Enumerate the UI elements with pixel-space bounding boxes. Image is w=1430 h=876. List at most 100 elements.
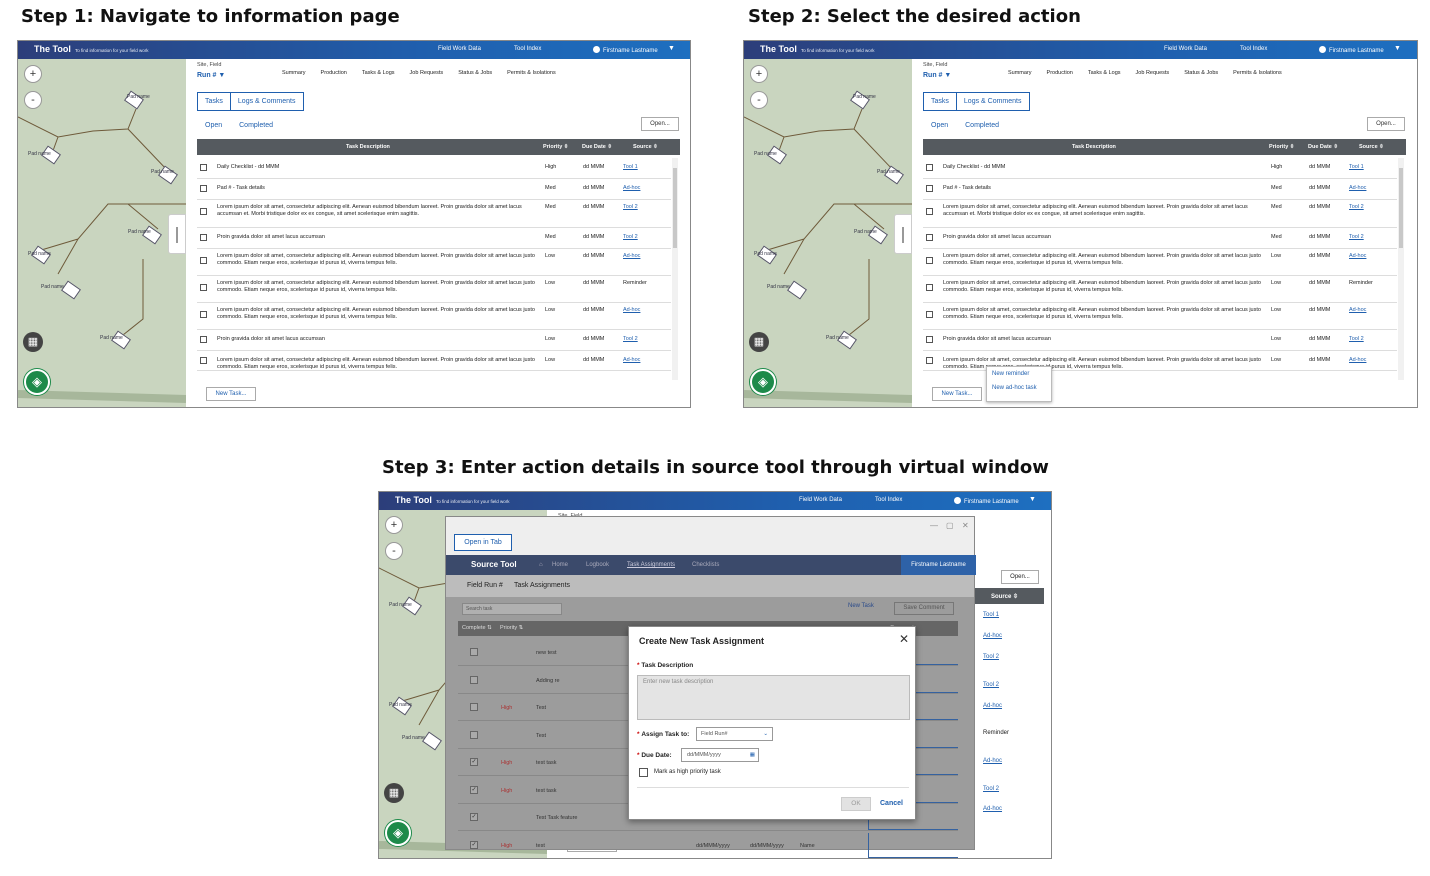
high-priority-checkbox[interactable]	[639, 768, 648, 777]
task-row[interactable]: Proin gravida dolor sit amet lacus accum…	[923, 228, 1397, 249]
task-checkbox[interactable]	[926, 164, 933, 171]
column-description[interactable]: Task Description	[346, 144, 390, 150]
task-checkbox[interactable]	[926, 336, 933, 343]
search-input[interactable]: Search task	[462, 603, 562, 615]
user-menu[interactable]: Firstname Lastname	[593, 46, 658, 54]
task-row[interactable]: Proin gravida dolor sit amet lacus accum…	[923, 330, 1397, 351]
app-brand[interactable]: The Tool	[760, 44, 797, 54]
nav-tool-index[interactable]: Tool Index	[514, 46, 541, 52]
home-icon[interactable]: ⌂	[539, 562, 543, 568]
subnav-production[interactable]: Production	[321, 70, 347, 76]
comment-field[interactable]	[868, 832, 958, 858]
chevron-down-icon[interactable]: ▼	[1029, 496, 1036, 503]
nav-home[interactable]: Home	[552, 562, 568, 568]
task-row[interactable]: Proin gravida dolor sit amet lacus accum…	[197, 228, 671, 249]
task-checkbox[interactable]	[926, 208, 933, 215]
source-tool-user[interactable]: Firstname Lastname	[901, 555, 976, 575]
due-date-input[interactable]: dd/MMM/yyyy ▦	[681, 748, 759, 762]
panel-collapse-handle[interactable]	[168, 214, 186, 254]
column-due-date[interactable]: Due Date ⇳	[582, 144, 612, 150]
close-icon[interactable]: ✕	[899, 632, 909, 646]
user-menu[interactable]: Firstname Lastname	[954, 497, 1019, 505]
layers-icon[interactable]: ◈	[24, 369, 50, 395]
column-source[interactable]: Source ⇳	[1359, 144, 1384, 150]
task-description-input[interactable]: Enter new task description	[637, 675, 910, 720]
task-row[interactable]: Lorem ipsum dolor sit amet, consectetur …	[197, 249, 671, 276]
open-in-tab-button[interactable]: Open in Tab	[454, 534, 512, 551]
complete-checkbox[interactable]: ✓	[470, 840, 478, 849]
task-source[interactable]: Ad-hoc	[983, 758, 1002, 764]
subnav-status-jobs[interactable]: Status & Jobs	[458, 70, 492, 76]
subnav-job-requests[interactable]: Job Requests	[410, 70, 444, 76]
column-source[interactable]: Source ⇳	[633, 144, 658, 150]
column-priority[interactable]: Priority ⇳	[543, 144, 568, 150]
zoom-out-button[interactable]: -	[24, 91, 42, 109]
complete-checkbox[interactable]	[470, 675, 478, 684]
new-task-button[interactable]: New Task...	[932, 387, 982, 401]
nav-field-work-data[interactable]: Field Work Data	[1164, 46, 1207, 52]
task-checkbox[interactable]	[200, 311, 207, 318]
task-source[interactable]: Tool 1	[1349, 164, 1364, 170]
task-source[interactable]: Ad-hoc	[623, 357, 640, 363]
column-description[interactable]: Task Description	[1072, 144, 1116, 150]
task-checkbox[interactable]	[200, 164, 207, 171]
task-checkbox[interactable]	[200, 357, 207, 364]
task-row[interactable]: Daily Checklist - dd MMM High dd MMM Tool 1	[197, 158, 671, 179]
task-source[interactable]: Ad-hoc	[1349, 253, 1366, 259]
task-checkbox[interactable]	[926, 357, 933, 364]
task-checkbox[interactable]	[200, 336, 207, 343]
complete-checkbox[interactable]: ✓	[470, 758, 478, 766]
app-brand[interactable]: The Tool	[34, 44, 71, 54]
task-checkbox[interactable]	[200, 234, 207, 241]
task-row[interactable]: Lorem ipsum dolor sit amet, consectetur …	[197, 303, 671, 330]
task-source[interactable]: Tool 1	[623, 164, 638, 170]
close-icon[interactable]: ✕	[962, 521, 969, 530]
task-source[interactable]: Tool 1	[983, 612, 999, 618]
task-row[interactable]: Pad # - Task details Med dd MMM Ad-hoc	[197, 179, 671, 200]
status-dropdown[interactable]: Open...	[641, 117, 679, 131]
source-task-row[interactable]: ✓ High test dd/MMM/yyyy dd/MMM/yyyy Name	[458, 832, 958, 858]
task-source[interactable]: Ad-hoc	[623, 253, 640, 259]
filter-completed[interactable]: Completed	[239, 122, 273, 129]
map-panel[interactable]: + - Pad name Pad name Pad name Pad name …	[18, 59, 186, 407]
subnav-permits[interactable]: Permits & Isolations	[507, 70, 556, 76]
filter-open[interactable]: Open	[205, 122, 222, 129]
task-checkbox[interactable]	[200, 284, 207, 291]
task-row[interactable]: Lorem ipsum dolor sit amet, consectetur …	[923, 303, 1397, 330]
task-checkbox[interactable]	[200, 185, 207, 192]
complete-checkbox[interactable]	[470, 730, 478, 739]
subnav-summary[interactable]: Summary	[1008, 70, 1032, 76]
nav-logbook[interactable]: Logbook	[586, 562, 609, 568]
assign-task-select[interactable]: Field Run# ⌄	[696, 727, 773, 741]
layers-icon[interactable]: ◈	[750, 369, 776, 395]
subnav-permits[interactable]: Permits & Isolations	[1233, 70, 1282, 76]
source-tool-brand[interactable]: Source Tool	[471, 560, 517, 569]
task-row[interactable]: Lorem ipsum dolor sit amet, consectetur …	[923, 200, 1397, 228]
table-scrollbar[interactable]	[672, 158, 678, 380]
tab-tasks[interactable]: Tasks	[198, 93, 230, 110]
save-comment-button[interactable]: Save Comment	[894, 602, 954, 615]
scroll-thumb[interactable]	[1399, 168, 1403, 248]
task-source[interactable]: Tool 2	[983, 786, 999, 792]
complete-checkbox[interactable]	[470, 648, 478, 656]
zoom-in-button[interactable]: +	[24, 65, 42, 83]
new-task-button[interactable]: New Task...	[206, 387, 256, 401]
column-complete[interactable]: Complete ⇅	[462, 625, 492, 631]
complete-checkbox[interactable]: ✓	[470, 785, 478, 794]
subnav-job-requests[interactable]: Job Requests	[1136, 70, 1170, 76]
nav-checklists[interactable]: Checklists	[692, 562, 719, 568]
task-checkbox[interactable]	[926, 311, 933, 318]
run-selector[interactable]: Run # ▼	[923, 72, 951, 79]
nav-field-work-data[interactable]: Field Work Data	[799, 497, 842, 503]
nav-tool-index[interactable]: Tool Index	[1240, 46, 1267, 52]
grid-icon[interactable]: ▦	[23, 332, 43, 352]
subnav-production[interactable]: Production	[1047, 70, 1073, 76]
status-dropdown[interactable]: Open...	[1367, 117, 1405, 131]
chevron-down-icon[interactable]: ▼	[1394, 45, 1401, 52]
ok-button[interactable]: OK	[841, 797, 871, 811]
table-scrollbar[interactable]	[1398, 158, 1404, 380]
user-menu[interactable]: Firstname Lastname	[1319, 46, 1384, 54]
tab-logs-comments[interactable]: Logs & Comments	[955, 93, 1029, 110]
chevron-down-icon[interactable]: ▼	[668, 45, 675, 52]
task-checkbox[interactable]	[200, 208, 207, 215]
